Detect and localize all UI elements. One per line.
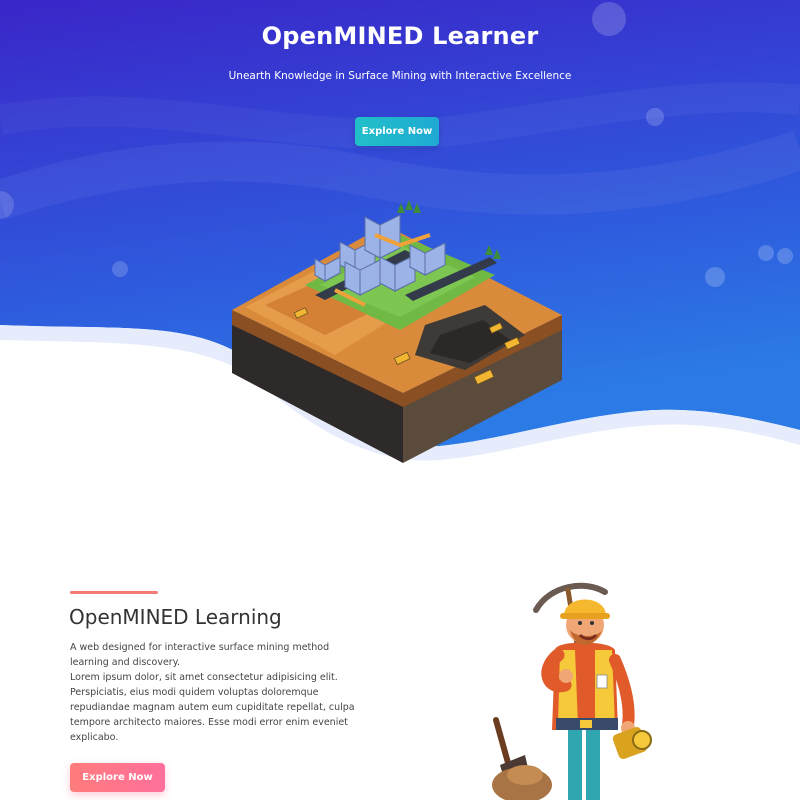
about-title: OpenMINED Learning bbox=[69, 605, 282, 629]
about-paragraph-intro: A web designed for interactive surface m… bbox=[70, 642, 330, 668]
hero-title: OpenMINED Learner bbox=[261, 22, 539, 50]
isometric-surface-mine-illustration bbox=[232, 200, 562, 463]
miner-with-pickaxe-illustration bbox=[492, 582, 652, 800]
about-description: A web designed for interactive surface m… bbox=[70, 640, 360, 745]
hero-section: OpenMINED Learner Unearth Knowledge in S… bbox=[0, 0, 800, 480]
hero-explore-button[interactable]: Explore Now bbox=[355, 117, 439, 146]
landing-page: OpenMINED Learner Unearth Knowledge in S… bbox=[0, 0, 800, 800]
about-paragraph-body: Lorem ipsum dolor, sit amet consectetur … bbox=[70, 672, 355, 743]
hero-subtitle: Unearth Knowledge in Surface Mining with… bbox=[228, 70, 572, 82]
accent-divider bbox=[70, 591, 158, 594]
about-explore-button[interactable]: Explore Now bbox=[70, 763, 165, 792]
